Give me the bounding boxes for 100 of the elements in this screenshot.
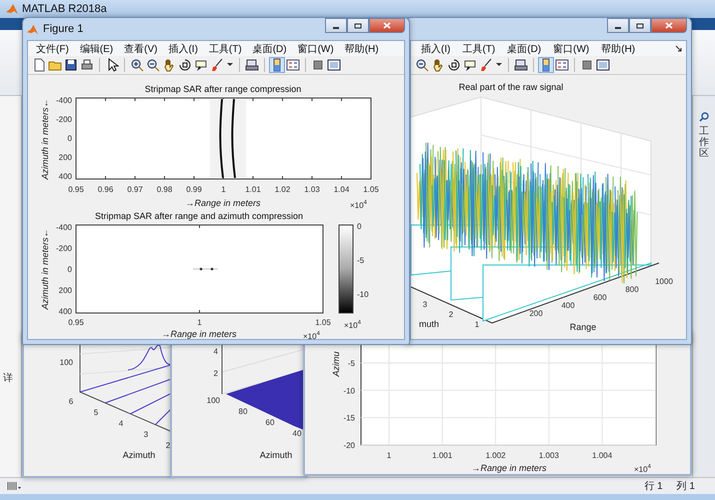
tick-label: 2 [214, 369, 218, 378]
axis-label: Azimuth in meters← [40, 98, 50, 180]
window-title: Figure 1 [43, 23, 84, 35]
tick-label: 400 [58, 172, 72, 181]
menu-item[interactable]: 窗口(W) [553, 42, 590, 56]
zoom-out-icon[interactable] [415, 58, 429, 72]
window-icon[interactable] [596, 58, 610, 72]
minimize-button[interactable] [325, 18, 347, 33]
printer-preview-icon[interactable] [514, 58, 528, 72]
hand-icon[interactable] [431, 58, 445, 72]
maximize-button[interactable] [629, 18, 651, 33]
menu-item[interactable]: 窗口(W) [298, 42, 334, 56]
tick-label: 100 [206, 396, 220, 405]
tick-label: 1.01 [245, 185, 261, 194]
tick-label: 1.003 [538, 451, 559, 460]
maximize-icon [636, 22, 644, 28]
tick-label: -10 [357, 290, 369, 299]
tick-label: 400 [58, 307, 72, 316]
peak-logo-icon [27, 24, 38, 34]
exponent-label: ×10$^{4}$ [344, 320, 361, 330]
tick-label: 1.002 [486, 451, 506, 460]
zoom-in-icon[interactable] [130, 58, 144, 72]
tick-label: 0 [68, 265, 72, 274]
panel-label: 详 [2, 373, 13, 384]
new-file-icon[interactable] [32, 58, 46, 72]
axis-label: Azimuth [122, 450, 156, 460]
axis-label: →Range in meters [161, 329, 237, 339]
menu-item[interactable]: 工具(T) [462, 42, 496, 56]
tick-label: 0.95 [68, 318, 84, 327]
axis-label: →Range in meters [185, 198, 261, 208]
app-title: MATLAB R2018a [22, 3, 107, 15]
axis-label: Azimuth [260, 450, 292, 460]
zoom-out-icon[interactable] [146, 58, 160, 72]
tick-label: 800 [625, 285, 639, 294]
minimize-button[interactable] [607, 18, 629, 33]
menu-item[interactable]: 编辑(E) [80, 42, 114, 56]
menu-item[interactable]: 插入(I) [168, 42, 198, 56]
exponent-label: ×10$^{4}$ [634, 464, 651, 474]
menu-item[interactable]: 桌面(D) [507, 42, 542, 56]
tick-label: 1.004 [592, 451, 612, 460]
tick-label: -5 [348, 359, 355, 368]
colorbar-icon[interactable] [539, 58, 553, 72]
tick-label: 100 [60, 358, 73, 367]
close-button[interactable] [651, 18, 687, 33]
exponent-label: ×10$^{4}$ [303, 331, 320, 339]
tick-label: -5 [357, 256, 364, 265]
menu-item[interactable]: 查看(V) [124, 42, 158, 56]
tick-label: 4 [118, 419, 124, 428]
tick-label: 1 [474, 320, 480, 329]
tick-label: 4 [214, 347, 218, 356]
tick-label: 1.04 [334, 185, 350, 194]
tick-label: -10 [343, 386, 355, 396]
print-icon[interactable] [80, 58, 94, 72]
menu-item[interactable]: 文件(F) [36, 42, 69, 56]
window-icon[interactable] [327, 58, 341, 72]
dock-arrow-icon[interactable] [675, 45, 682, 52]
tick-label: -200 [56, 244, 72, 253]
tick-label: 0.99 [186, 185, 202, 194]
printer-preview-icon[interactable] [245, 58, 259, 72]
maximize-button[interactable] [347, 18, 369, 33]
tick-label: 1000 [655, 277, 673, 286]
search-icon[interactable] [699, 112, 709, 122]
close-icon [383, 22, 391, 29]
axis-label: Range [570, 322, 596, 332]
square-icon[interactable] [580, 58, 594, 72]
tick-label: -400 [56, 223, 72, 232]
menu-item[interactable]: 帮助(H) [344, 42, 379, 56]
grip-icon [6, 481, 22, 491]
menu-item[interactable]: 帮助(H) [601, 42, 636, 56]
exponent-label: ×10$^{4}$ [350, 200, 367, 210]
rotate-icon[interactable] [447, 58, 461, 72]
tick-label: 400 [561, 301, 575, 310]
colorbar-icon[interactable] [270, 58, 284, 72]
legend-icon[interactable] [555, 58, 569, 72]
menu-item[interactable]: 插入(I) [421, 42, 450, 56]
data-cursor-icon[interactable] [194, 58, 208, 72]
brush-icon[interactable] [210, 58, 224, 72]
tick-label: -400 [56, 96, 72, 105]
menu-item[interactable]: 桌面(D) [252, 42, 287, 56]
tick-label: 0 [357, 222, 362, 231]
tick-label: 0.96 [98, 185, 114, 194]
square-icon[interactable] [311, 58, 325, 72]
tick-label: 200 [58, 286, 72, 295]
save-icon[interactable] [64, 58, 78, 72]
tick-label: 5 [94, 408, 98, 417]
panel-tab[interactable]: 工作区 [699, 126, 709, 159]
hand-icon[interactable] [162, 58, 176, 72]
brush-icon[interactable] [479, 58, 493, 72]
legend-icon[interactable] [286, 58, 300, 72]
tick-label: 0 [68, 134, 72, 143]
rotate-icon[interactable] [178, 58, 192, 72]
plot-title: Stripmap SAR after range and azimuth compression [94, 211, 304, 221]
menu-item[interactable]: 工具(T) [208, 42, 242, 56]
tick-label: 600 [593, 293, 607, 302]
tick-label: -20 [343, 440, 355, 450]
tick-label: 0.97 [127, 185, 143, 194]
plot-title: Stripmap SAR after range compression [144, 84, 302, 94]
data-cursor-icon[interactable] [463, 58, 477, 72]
close-button[interactable] [369, 18, 405, 33]
tick-label: 3 [144, 430, 148, 439]
